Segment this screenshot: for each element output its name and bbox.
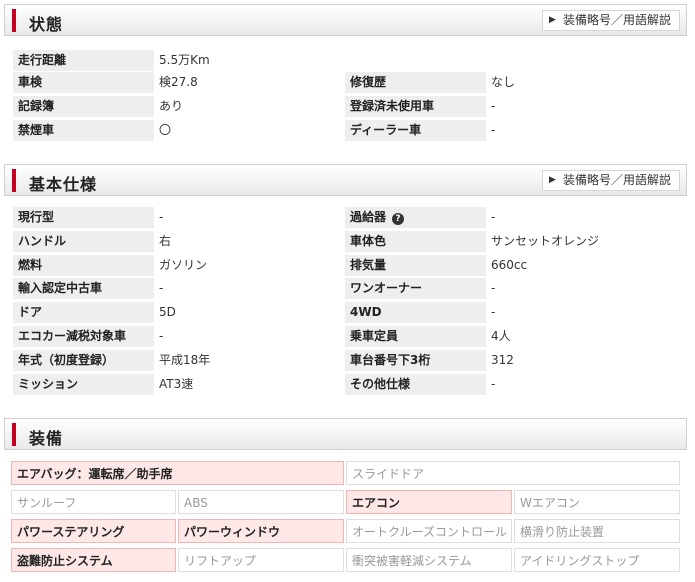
equipment-section-header: 装備 (4, 418, 687, 450)
specs-section-header: 基本仕様 ▶ 装備略号／用語解説 (4, 164, 687, 196)
equipment-item-power-window: パワーウィンドウ (178, 519, 344, 543)
section-accent-bar (12, 9, 16, 32)
spec-value: - (491, 281, 496, 295)
glossary-button[interactable]: ▶ 装備略号／用語解説 (542, 10, 680, 31)
equipment-item-airbag: エアバッグ：運転席／助手席 (11, 461, 344, 485)
spec-value: 〇 (159, 123, 172, 137)
spec-label-turbo: 過給器? (345, 207, 486, 228)
spec-label: 乗車定員 (345, 326, 486, 347)
spec-value: - (159, 329, 164, 343)
spec-label: 登録済未使用車 (345, 96, 486, 117)
spec-value: - (491, 210, 496, 224)
spec-label-text: 過給器 (350, 210, 387, 224)
spec-label: ドア (13, 302, 154, 323)
equipment-item-cruise-control: オートクルーズコントロール (346, 519, 512, 543)
equipment-item-idling-stop: アイドリングストップ (514, 548, 680, 572)
spec-value: - (491, 305, 496, 319)
equipment-item-slide-door: スライドドア (346, 461, 680, 485)
spec-label: 車体色 (345, 231, 486, 252)
spec-value: 660cc (491, 258, 528, 272)
glossary-label: 装備略号／用語解説 (563, 173, 672, 187)
spec-label: 排気量 (345, 255, 486, 276)
spec-label: ミッション (13, 374, 154, 395)
equipment-item-lift-up: リフトアップ (178, 548, 344, 572)
chevron-right-icon: ▶ (549, 15, 556, 25)
spec-label: 車検 (13, 72, 154, 93)
spec-label: 輸入認定中古車 (13, 278, 154, 299)
spec-value: 平成18年 (159, 353, 211, 367)
equipment-item-sunroof: サンルーフ (11, 490, 176, 514)
spec-label: 走行距離 (13, 50, 154, 71)
spec-label: ハンドル (13, 231, 154, 252)
section-accent-bar (12, 423, 16, 446)
equipment-item-abs: ABS (178, 490, 344, 514)
spec-value: - (491, 123, 496, 137)
spec-label: 燃料 (13, 255, 154, 276)
spec-value: 5D (159, 305, 176, 319)
spec-value: 検27.8 (159, 75, 198, 89)
equipment-title: 装備 (29, 429, 64, 448)
glossary-label: 装備略号／用語解説 (563, 13, 672, 27)
spec-value: 右 (159, 234, 172, 248)
spec-label: ディーラー車 (345, 120, 486, 141)
spec-value: 5.5万Km (159, 53, 210, 67)
equipment-item-aircon: エアコン (346, 490, 512, 514)
equipment-item-anti-theft: 盗難防止システム (11, 548, 176, 572)
spec-label: 修復歴 (345, 72, 486, 93)
spec-value: 4人 (491, 329, 511, 343)
spec-value: あり (159, 99, 184, 113)
spec-label: 禁煙車 (13, 120, 154, 141)
spec-value: サンセットオレンジ (491, 234, 600, 248)
spec-label: エコカー減税対象車 (13, 326, 154, 347)
status-section-header: 状態 ▶ 装備略号／用語解説 (4, 4, 687, 36)
spec-label: 年式（初度登録） (13, 350, 154, 371)
spec-value: 312 (491, 353, 514, 367)
chevron-right-icon: ▶ (549, 175, 556, 185)
spec-value: - (159, 281, 164, 295)
spec-label: 車台番号下3桁 (345, 350, 486, 371)
equipment-item-collision-mitigation: 衝突被害軽減システム (346, 548, 512, 572)
equipment-item-stability-control: 横滑り防止装置 (514, 519, 680, 543)
spec-value: - (491, 377, 496, 391)
glossary-button[interactable]: ▶ 装備略号／用語解説 (542, 170, 680, 191)
equipment-item-w-aircon: Wエアコン (514, 490, 680, 514)
specs-title: 基本仕様 (29, 175, 98, 194)
spec-label: ワンオーナー (345, 278, 486, 299)
equipment-item-power-steering: パワーステアリング (11, 519, 176, 543)
spec-value: - (159, 210, 164, 224)
spec-label: 記録簿 (13, 96, 154, 117)
spec-value: ガソリン (159, 258, 208, 272)
spec-value: なし (491, 75, 516, 89)
help-icon[interactable]: ? (392, 213, 405, 225)
spec-label: 4WD (345, 302, 486, 323)
status-title: 状態 (29, 15, 64, 34)
spec-label: 現行型 (13, 207, 154, 228)
spec-value: - (491, 99, 496, 113)
spec-value: AT3速 (159, 377, 194, 391)
spec-label: その他仕様 (345, 374, 486, 395)
section-accent-bar (12, 169, 16, 192)
